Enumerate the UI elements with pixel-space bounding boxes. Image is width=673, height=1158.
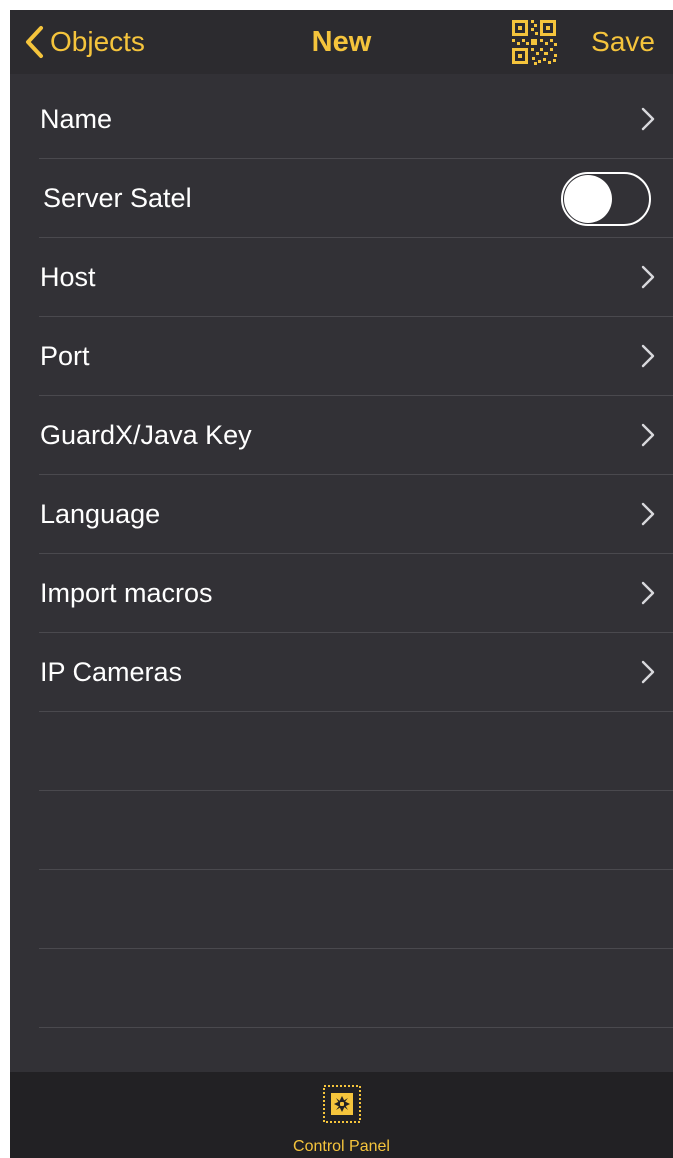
toggle-knob: [564, 175, 612, 223]
tab-control-panel[interactable]: Control Panel: [10, 1084, 673, 1156]
list-item-guardx-java-key[interactable]: GuardX/Java Key: [39, 396, 673, 475]
chevron-right-icon: [641, 423, 655, 447]
list-item-name[interactable]: Name: [39, 80, 673, 159]
list-item-port[interactable]: Port: [39, 317, 673, 396]
tab-bar: Control Panel: [10, 1072, 673, 1158]
qr-code-icon[interactable]: [510, 18, 558, 66]
empty-row: [39, 791, 673, 870]
list-item-label: Host: [40, 262, 96, 292]
navigation-bar: Objects New Save: [10, 10, 673, 74]
chevron-right-icon: [641, 660, 655, 684]
server-satel-toggle[interactable]: [561, 172, 651, 226]
chevron-right-icon: [641, 502, 655, 526]
chevron-left-icon: [26, 26, 43, 58]
chevron-right-icon: [641, 265, 655, 289]
empty-row: [39, 870, 673, 949]
chevron-right-icon: [641, 581, 655, 605]
save-button[interactable]: Save: [591, 24, 655, 60]
list-item-label: Import macros: [40, 578, 213, 608]
list-item-label: Name: [40, 104, 113, 134]
list-item-label: Port: [40, 341, 90, 371]
list-item-label: IP Cameras: [40, 657, 183, 687]
tab-label: Control Panel: [293, 1138, 390, 1155]
list-item-host[interactable]: Host: [39, 238, 673, 317]
empty-row: [39, 712, 673, 791]
settings-list: Name Server Satel Host Port GuardX/Java …: [10, 80, 673, 1028]
list-item-server-satel: Server Satel: [39, 159, 673, 238]
list-item-label: Language: [40, 499, 161, 529]
list-item-language[interactable]: Language: [39, 475, 673, 554]
list-item-label: GuardX/Java Key: [40, 420, 252, 450]
screen: Objects New Save Name Server Satel Host …: [10, 10, 673, 1158]
list-item-label: Server Satel: [43, 183, 192, 213]
list-item-ip-cameras[interactable]: IP Cameras: [39, 633, 673, 712]
back-button[interactable]: Objects: [24, 24, 145, 60]
empty-row: [39, 949, 673, 1028]
chevron-right-icon: [641, 107, 655, 131]
back-label: Objects: [50, 26, 145, 57]
control-panel-icon: [322, 1085, 361, 1123]
list-item-import-macros[interactable]: Import macros: [39, 554, 673, 633]
chevron-right-icon: [641, 344, 655, 368]
